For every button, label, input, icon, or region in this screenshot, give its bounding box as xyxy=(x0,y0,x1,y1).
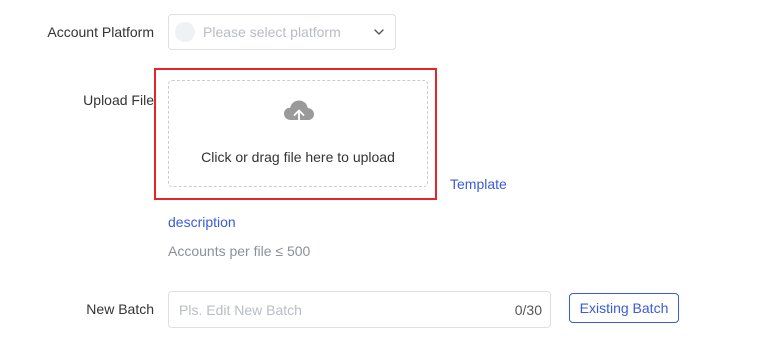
new-batch-placeholder: Pls. Edit New Batch xyxy=(179,301,302,318)
template-link[interactable]: Template xyxy=(450,176,507,192)
platform-avatar xyxy=(175,22,195,42)
new-batch-label: New Batch xyxy=(86,301,154,317)
description-link[interactable]: description xyxy=(168,214,236,230)
new-batch-input[interactable]: Pls. Edit New Batch 0/30 xyxy=(168,291,551,328)
chevron-down-icon xyxy=(373,26,385,38)
upload-file-label: Upload File xyxy=(83,92,154,108)
existing-batch-button[interactable]: Existing Batch xyxy=(569,293,679,323)
upload-dropzone[interactable]: Click or drag file here to upload xyxy=(168,80,428,187)
platform-select-placeholder: Please select platform xyxy=(203,24,341,40)
character-counter: 0/30 xyxy=(514,301,542,318)
accounts-limit-hint: Accounts per file ≤ 500 xyxy=(168,243,311,259)
dropzone-text: Click or drag file here to upload xyxy=(201,149,395,165)
cloud-upload-icon xyxy=(282,98,316,126)
platform-select[interactable]: Please select platform xyxy=(168,14,396,50)
account-platform-label: Account Platform xyxy=(47,24,154,40)
form-page: Account Platform Please select platform … xyxy=(0,0,768,339)
